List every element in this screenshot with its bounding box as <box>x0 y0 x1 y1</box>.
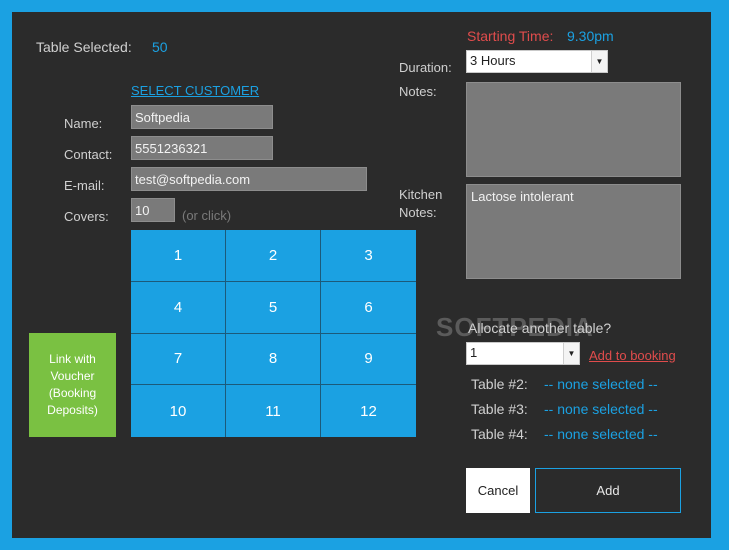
allocate-label: Allocate another table? <box>468 320 612 336</box>
covers-field[interactable] <box>131 198 175 222</box>
add-to-booking-link[interactable]: Add to booking <box>589 348 676 363</box>
name-field[interactable] <box>131 105 273 129</box>
keypad-cell[interactable]: 1 <box>131 230 226 282</box>
contact-field[interactable] <box>131 136 273 160</box>
keypad-cell[interactable]: 10 <box>131 385 226 437</box>
table-selected-value: 50 <box>152 39 168 55</box>
table-selected-label: Table Selected: <box>36 39 132 55</box>
notes-textarea[interactable] <box>466 82 681 177</box>
notes-label: Notes: <box>399 84 437 99</box>
chevron-down-icon[interactable]: ▼ <box>591 51 607 72</box>
covers-keypad: 1 2 3 4 5 6 7 8 9 10 11 12 <box>131 230 416 437</box>
keypad-cell[interactable]: 8 <box>226 333 321 386</box>
starting-time-label: Starting Time: <box>467 28 554 44</box>
keypad-cell[interactable]: 2 <box>226 230 321 282</box>
table-3-value: -- none selected -- <box>544 401 658 417</box>
email-field[interactable] <box>131 167 367 191</box>
booking-panel: Table Selected: 50 SELECT CUSTOMER Name:… <box>12 12 711 538</box>
keypad-cell[interactable]: 12 <box>321 385 416 437</box>
covers-label: Covers: <box>64 209 109 224</box>
keypad-cell[interactable]: 5 <box>226 281 321 334</box>
kitchen-notes-textarea[interactable] <box>466 184 681 279</box>
table-2-value: -- none selected -- <box>544 376 658 392</box>
keypad-cell[interactable]: 11 <box>226 385 321 437</box>
keypad-cell[interactable]: 3 <box>321 230 416 282</box>
add-button[interactable]: Add <box>535 468 681 513</box>
link-voucher-button[interactable]: Link with Voucher (Booking Deposits) <box>29 333 116 437</box>
keypad-cell[interactable]: 7 <box>131 333 226 386</box>
covers-hint: (or click) <box>182 208 232 223</box>
keypad-cell[interactable]: 4 <box>131 281 226 334</box>
starting-time-value: 9.30pm <box>567 28 614 44</box>
duration-label: Duration: <box>399 60 452 75</box>
allocate-select-value: 1 <box>470 345 478 360</box>
name-label: Name: <box>64 116 103 131</box>
table-3-label: Table #3: <box>471 401 528 417</box>
duration-value: 3 Hours <box>470 53 516 68</box>
chevron-down-icon[interactable]: ▼ <box>563 343 579 364</box>
keypad-cell[interactable]: 9 <box>321 333 416 386</box>
allocate-select[interactable]: 1 ▼ <box>466 342 580 365</box>
email-label: E-mail: <box>64 178 105 193</box>
keypad-cell[interactable]: 6 <box>321 281 416 334</box>
table-2-label: Table #2: <box>471 376 528 392</box>
select-customer-link[interactable]: SELECT CUSTOMER <box>131 83 259 98</box>
cancel-button[interactable]: Cancel <box>466 468 530 513</box>
kitchen-notes-label: Kitchen Notes: <box>399 187 443 220</box>
duration-select[interactable]: 3 Hours ▼ <box>466 50 608 73</box>
table-4-label: Table #4: <box>471 426 528 442</box>
contact-label: Contact: <box>64 147 113 162</box>
table-4-value: -- none selected -- <box>544 426 658 442</box>
